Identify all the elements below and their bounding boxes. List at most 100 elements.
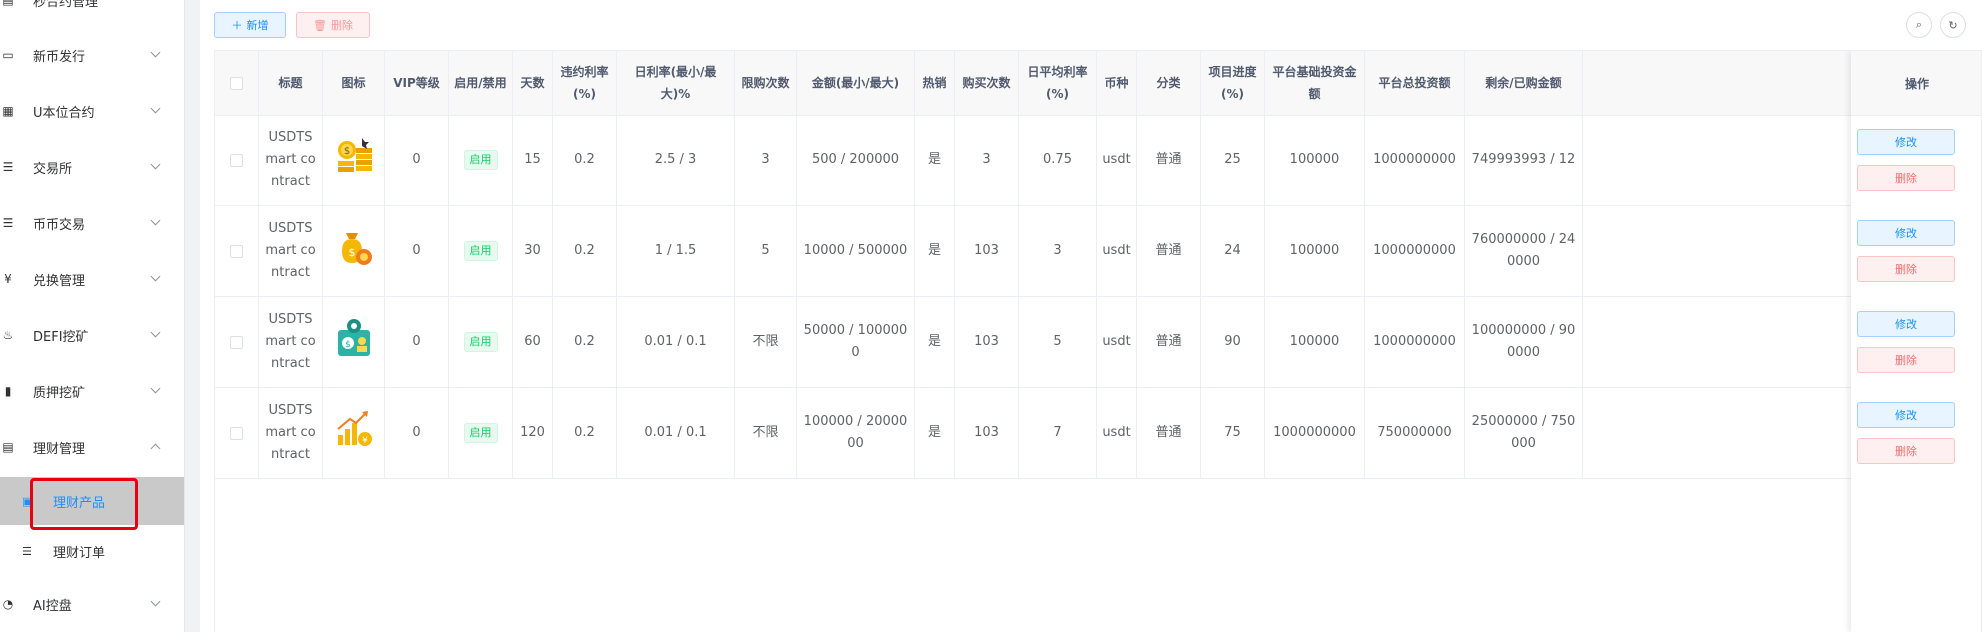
highlight-annotation [30,478,138,530]
table-row: USDTSmart contract ¥0 启用 120 0.2 0.01 / 0.1 不限… [215,388,1981,479]
table-cell-icon: $ [323,206,385,296]
menu-item-coin-trading[interactable]: ☰ 币币交易 [0,203,184,243]
column-header: 标题 [259,51,323,115]
submenu-label: 理财订单 [53,545,106,561]
coins-stack-icon: $ [332,134,376,186]
table-cell-base_invest: 100000 [1265,115,1365,205]
column-header: VIP等级 [385,51,449,115]
row-select-cell[interactable] [215,206,259,296]
table-cell-daily_rate: 0.01 / 0.1 [617,297,735,387]
table-header: 标题 图标 VIP等级 启用/禁用 天数 违约利率(%) 日利率(最小/最大)% 限购次数 金额… [215,51,1981,116]
edit-button[interactable]: 修改 [1857,402,1955,428]
row-checkbox[interactable] [230,244,243,258]
svg-text:$: $ [343,146,349,157]
table-cell-amount: 50000 / 1000000 [797,297,915,387]
menu-item-wealth[interactable]: ▤ 理财管理 [0,427,184,467]
table-cell-currency: usdt [1097,115,1137,205]
row-select-cell[interactable] [215,388,259,478]
table-cell-limit: 不限 [735,388,797,478]
table-cell-buys: 103 [955,297,1019,387]
row-select-cell[interactable] [215,115,259,205]
menu-item-second-contract[interactable]: ▤ 秒合约管理 [0,0,184,20]
table-cell-icon: $ [323,115,385,205]
table-cell-amount: 100000 / 2000000 [797,388,915,478]
column-header: 购买次数 [955,51,1019,115]
status-badge: 启用 [463,150,498,170]
svg-text:¥: ¥ [362,436,368,446]
table-cell-hot: 是 [915,206,955,296]
table-cell-daily_rate: 2.5 / 3 [617,115,735,205]
table-cell-buys: 3 [955,115,1019,205]
table-cell-total_invest: 750000000 [1365,388,1465,478]
sidebar: ▤ 秒合约管理 ▭ 新币发行 ▦ U本位合约 ☰ 交易所 ☰ 币币交易 ¥ 兑换… [0,0,185,632]
sidebar-item-wealth-orders[interactable]: ☰ 理财订单 [0,527,184,575]
row-checkbox[interactable] [230,426,243,440]
refresh-icon[interactable]: ↻ [1940,12,1966,38]
menu-label: 理财管理 [33,441,86,457]
table-row: USDTSmart contract $0 启用 15 0.2 2.5 / 3 3 500 /… [215,115,1981,206]
row-select-cell[interactable] [215,297,259,387]
delete-button[interactable]: 删除 [1857,165,1955,191]
table-cell-base_invest: 100000 [1265,297,1365,387]
tool-icon: ♨ [2,328,14,342]
column-header: 日利率(最小/最大)% [617,51,735,115]
row-checkbox[interactable] [230,335,243,349]
list-icon: ☰ [2,216,14,230]
menu-item-defi[interactable]: ♨ DEFI挖矿 [0,315,184,355]
svg-text:$: $ [348,246,355,259]
bulk-delete-button[interactable]: 🗑 删除 [296,12,370,38]
table-cell-daily_rate: 1 / 1.5 [617,206,735,296]
menu-item-u-contract[interactable]: ▦ U本位合约 [0,91,184,131]
table-cell-penalty: 0.2 [553,388,617,478]
table-cell-daily_rate: 0.01 / 0.1 [617,388,735,478]
row-title: USDTSmart contract [265,403,316,462]
trash-icon: 🗑 [313,18,327,32]
table-cell-category: 普通 [1137,115,1201,205]
table-cell-remaining: 760000000 / 240000 [1465,206,1583,296]
menu-item-exchange[interactable]: ☰ 交易所 [0,147,184,187]
column-header: 项目进度(%) [1201,51,1265,115]
menu-item-new-coin[interactable]: ▭ 新币发行 [0,35,184,75]
table-cell-avg_rate: 7 [1019,388,1097,478]
table-row: USDTSmart contract $0 启用 30 0.2 1 / 1.5 5 10000… [215,206,1981,297]
menu-item-swap[interactable]: ¥ 兑换管理 [0,259,184,299]
document-icon: ▤ [2,440,14,454]
main-content: ＋ 新增 🗑 删除 ⌕ ↻ 标题 图标 VIP等级 启用/禁用 天数 违约利率(%) 日利率… [200,0,1982,632]
table-cell-status: 启用 [449,297,513,387]
table-cell-buys: 103 [955,388,1019,478]
robot-icon: ◔ [2,597,14,611]
row-title: USDTSmart contract [265,130,316,189]
select-all-checkbox[interactable] [230,76,243,90]
table-cell-avg_rate: 0.75 [1019,115,1097,205]
money-bag-icon: $ [332,225,376,277]
table-cell-limit: 5 [735,206,797,296]
table-cell-currency: usdt [1097,388,1137,478]
row-checkbox[interactable] [230,153,243,167]
add-button[interactable]: ＋ 新增 [214,12,286,38]
edit-button[interactable]: 修改 [1857,311,1955,337]
select-all-cell[interactable] [215,51,259,115]
menu-item-staking[interactable]: ▮ 质押挖矿 [0,371,184,411]
chevron-down-icon [150,159,161,170]
list-icon: ☰ [22,544,32,558]
table-cell-buys: 103 [955,206,1019,296]
menu-item-ai-control[interactable]: ◔ AI控盘 [0,584,184,624]
search-icon[interactable]: ⌕ [1906,12,1932,38]
chevron-down-icon [150,383,161,394]
table-cell-remaining: 100000000 / 900000 [1465,297,1583,387]
table-cell-vip: 0 [385,297,449,387]
delete-button[interactable]: 删除 [1857,347,1955,373]
edit-button[interactable]: 修改 [1857,220,1955,246]
column-header: 剩余/已购金额 [1465,51,1583,115]
column-header: 违约利率(%) [553,51,617,115]
table-cell-limit: 3 [735,115,797,205]
delete-button[interactable]: 删除 [1857,256,1955,282]
delete-button[interactable]: 删除 [1857,438,1955,464]
edit-button[interactable]: 修改 [1857,129,1955,155]
menu-label: 币币交易 [33,217,86,233]
column-header: 平台总投资额 [1365,51,1465,115]
table-cell-hot: 是 [915,115,955,205]
table-cell-days: 60 [513,297,553,387]
table-cell-icon: ¥ [323,388,385,478]
yen-icon: ¥ [4,272,12,286]
